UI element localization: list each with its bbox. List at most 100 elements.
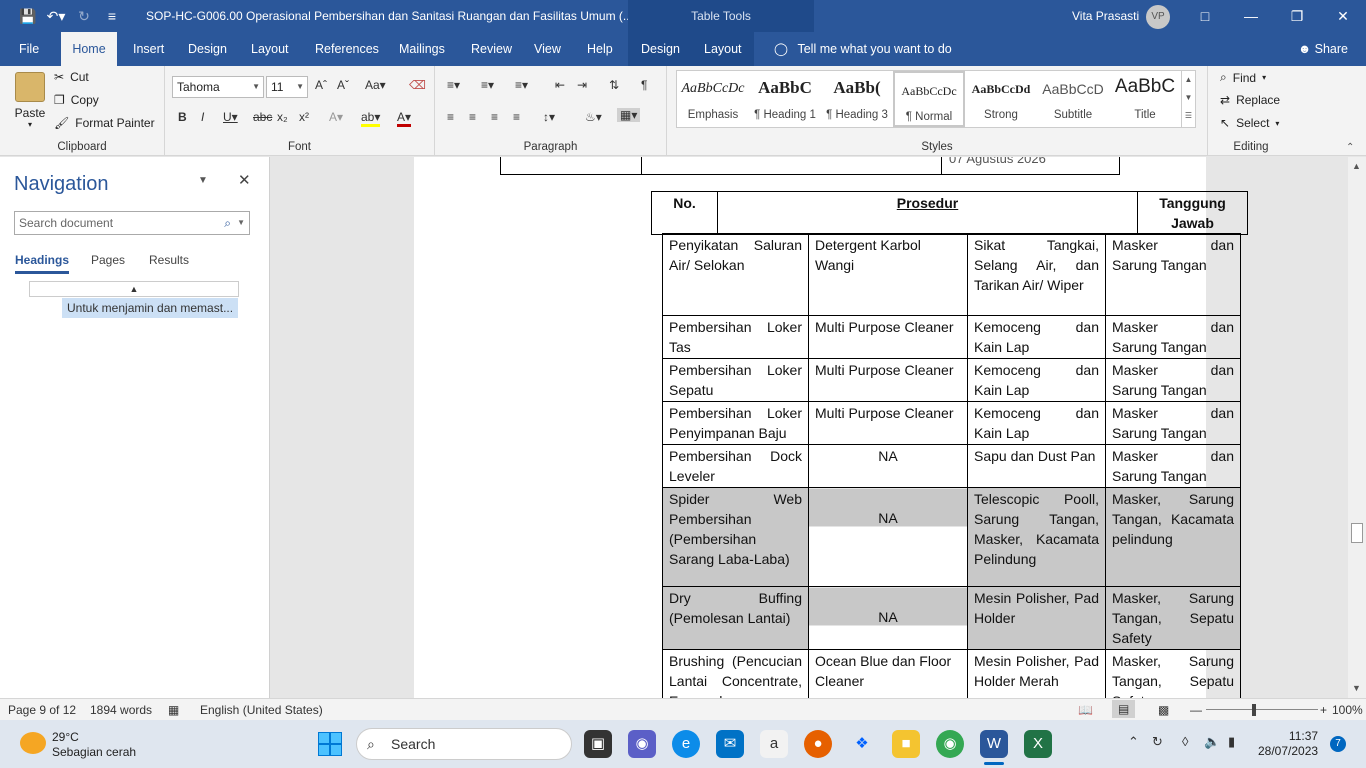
- find-button[interactable]: ⌕ Find ▾: [1220, 70, 1266, 85]
- tab-table-design[interactable]: Design: [633, 32, 688, 66]
- tab-home[interactable]: Home: [61, 32, 117, 66]
- dropbox-icon[interactable]: ❖: [848, 730, 876, 758]
- subscript-icon[interactable]: x₂: [277, 110, 288, 124]
- word-icon[interactable]: W: [980, 730, 1008, 758]
- table-cell[interactable]: Sapu dan Dust Pan: [967, 444, 1106, 488]
- zoom-slider[interactable]: [1206, 709, 1318, 710]
- style-emphasis[interactable]: AaBbCcDc Emphasis: [677, 71, 749, 127]
- table-cell[interactable]: Dry Buffing (Pemolesan Lantai): [662, 586, 809, 650]
- firefox-icon[interactable]: ●: [804, 730, 832, 758]
- chevron-down-icon[interactable]: ▼: [237, 212, 245, 234]
- restore-icon[interactable]: ❐: [1274, 0, 1320, 32]
- table-cell[interactable]: Ocean Blue dan Floor Cleaner: [808, 649, 968, 698]
- align-left-icon[interactable]: ≡: [447, 110, 454, 124]
- taskbar-search[interactable]: ⌕ Search: [356, 728, 572, 760]
- battery-icon[interactable]: ▮: [1228, 734, 1235, 750]
- ribbon-display-icon[interactable]: □: [1182, 0, 1228, 32]
- amazon-icon[interactable]: a: [760, 730, 788, 758]
- collapse-headings-bar[interactable]: ▲: [29, 281, 239, 297]
- style-heading-1[interactable]: AaBbC ¶ Heading 1: [749, 71, 821, 127]
- table-cell[interactable]: Spider Web Pembersihan (Pembersihan Sara…: [662, 487, 809, 587]
- proofing-icon[interactable]: ▦: [168, 703, 179, 717]
- file-explorer-icon[interactable]: ■: [892, 730, 920, 758]
- show-marks-icon[interactable]: ¶: [641, 78, 647, 92]
- nav-heading-item[interactable]: Untuk menjamin dan memast...: [62, 298, 238, 318]
- decrease-indent-icon[interactable]: ⇤: [555, 78, 565, 92]
- sort-icon[interactable]: ⇅: [609, 78, 619, 92]
- notification-badge[interactable]: 7: [1330, 736, 1346, 752]
- table-cell[interactable]: Pembersihan Loker Tas: [662, 315, 809, 359]
- table-cell[interactable]: Multi Purpose Cleaner: [808, 315, 968, 359]
- grow-font-icon[interactable]: Aˆ: [315, 78, 327, 92]
- font-name-select[interactable]: Tahoma ▼: [172, 76, 264, 98]
- table-cell[interactable]: NA: [808, 586, 968, 650]
- tab-view[interactable]: View: [526, 32, 569, 66]
- table-cell[interactable]: Pembersihan Loker Sepatu: [662, 358, 809, 402]
- tab-references[interactable]: References: [307, 32, 387, 66]
- table-cell[interactable]: Multi Purpose Cleaner: [808, 358, 968, 402]
- minimize-icon[interactable]: —: [1228, 0, 1274, 32]
- italic-icon[interactable]: I: [201, 110, 204, 124]
- table-cell[interactable]: Masker dan Sarung Tangan: [1105, 233, 1241, 316]
- bold-icon[interactable]: B: [178, 110, 187, 124]
- edge-icon[interactable]: e: [672, 730, 700, 758]
- underline-icon[interactable]: U▾: [223, 110, 238, 124]
- justify-icon[interactable]: ≡: [513, 110, 520, 124]
- chevron-up-icon[interactable]: ⌃: [1128, 734, 1139, 750]
- collapse-ribbon-icon[interactable]: ⌃: [1346, 142, 1354, 153]
- save-icon[interactable]: 💾: [14, 8, 42, 25]
- tab-review[interactable]: Review: [463, 32, 520, 66]
- zoom-in-icon[interactable]: +: [1320, 703, 1327, 717]
- clock[interactable]: 11:37 28/07/2023: [1258, 729, 1318, 759]
- table-cell[interactable]: Kemoceng dan Kain Lap: [967, 315, 1106, 359]
- select-button[interactable]: ↖ Select ▾: [1220, 116, 1279, 130]
- table-cell[interactable]: Penyikatan Saluran Air/ Selokan: [662, 233, 809, 316]
- numbering-icon[interactable]: ≡▾: [481, 78, 494, 92]
- clear-formatting-icon[interactable]: ⌫: [409, 78, 426, 92]
- bullets-icon[interactable]: ≡▾: [447, 78, 460, 92]
- font-color-icon[interactable]: A▾: [397, 110, 412, 127]
- chrome-icon[interactable]: ◉: [936, 730, 964, 758]
- tab-help[interactable]: Help: [579, 32, 621, 66]
- shading-icon[interactable]: ♨▾: [585, 110, 602, 124]
- table-cell[interactable]: NA: [808, 444, 968, 488]
- vertical-scrollbar[interactable]: ▲ ▼: [1348, 157, 1366, 698]
- table-cell[interactable]: Masker, Sarung Tangan, Kacamata pelindun…: [1105, 487, 1241, 587]
- increase-indent-icon[interactable]: ⇥: [577, 78, 587, 92]
- table-cell[interactable]: Mesin Polisher, Pad Holder: [967, 586, 1106, 650]
- zoom-out-icon[interactable]: —: [1190, 703, 1202, 717]
- line-spacing-icon[interactable]: ↕▾: [543, 110, 555, 124]
- avatar[interactable]: VP: [1146, 5, 1170, 29]
- weather-widget[interactable]: 29°C Sebagian cerah: [52, 730, 136, 760]
- share-button[interactable]: ☻ Share: [1290, 32, 1356, 66]
- strikethrough-icon[interactable]: abc: [253, 110, 272, 124]
- style-normal[interactable]: AaBbCcDc ¶ Normal: [893, 71, 965, 127]
- shrink-font-icon[interactable]: Aˇ: [337, 78, 349, 92]
- superscript-icon[interactable]: x²: [299, 110, 309, 124]
- tab-design[interactable]: Design: [180, 32, 235, 66]
- table-cell[interactable]: Multi Purpose Cleaner: [808, 401, 968, 445]
- search-icon[interactable]: ⌕: [224, 212, 231, 234]
- table-cell[interactable]: Pembersihan Loker Penyimpanan Baju: [662, 401, 809, 445]
- table-cell[interactable]: Mesin Polisher, Pad Holder Merah: [967, 649, 1106, 698]
- copy-button[interactable]: ❐ Copy: [54, 93, 99, 107]
- mail-icon[interactable]: ✉: [716, 730, 744, 758]
- tell-me-box[interactable]: ◯ Tell me what you want to do: [766, 32, 960, 66]
- change-case-icon[interactable]: Aa▾: [365, 78, 386, 92]
- scroll-up-icon[interactable]: ▲: [1352, 161, 1361, 171]
- table-cell[interactable]: Brushing (Pencucian Lantai Concentrate, …: [662, 649, 809, 698]
- tab-insert[interactable]: Insert: [125, 32, 172, 66]
- close-icon[interactable]: ✕: [238, 171, 251, 189]
- tab-table-layout[interactable]: Layout: [696, 32, 750, 66]
- table-cell[interactable]: Masker, Sarung Tangan, Sepatu Safety: [1105, 649, 1241, 698]
- excel-icon[interactable]: X: [1024, 730, 1052, 758]
- style-title[interactable]: AaBbC Title: [1109, 71, 1181, 127]
- style-strong[interactable]: AaBbCcDd Strong: [965, 71, 1037, 127]
- customize-qa-icon[interactable]: ≡: [98, 8, 126, 24]
- format-painter-button[interactable]: 🖌 Format Painter: [54, 116, 155, 130]
- nav-tab-headings[interactable]: Headings: [15, 253, 70, 274]
- web-layout-icon[interactable]: ▩: [1158, 703, 1169, 717]
- task-view-icon[interactable]: ▣: [584, 730, 612, 758]
- teams-chat-icon[interactable]: ◉: [628, 730, 656, 758]
- tab-file[interactable]: File: [11, 32, 47, 66]
